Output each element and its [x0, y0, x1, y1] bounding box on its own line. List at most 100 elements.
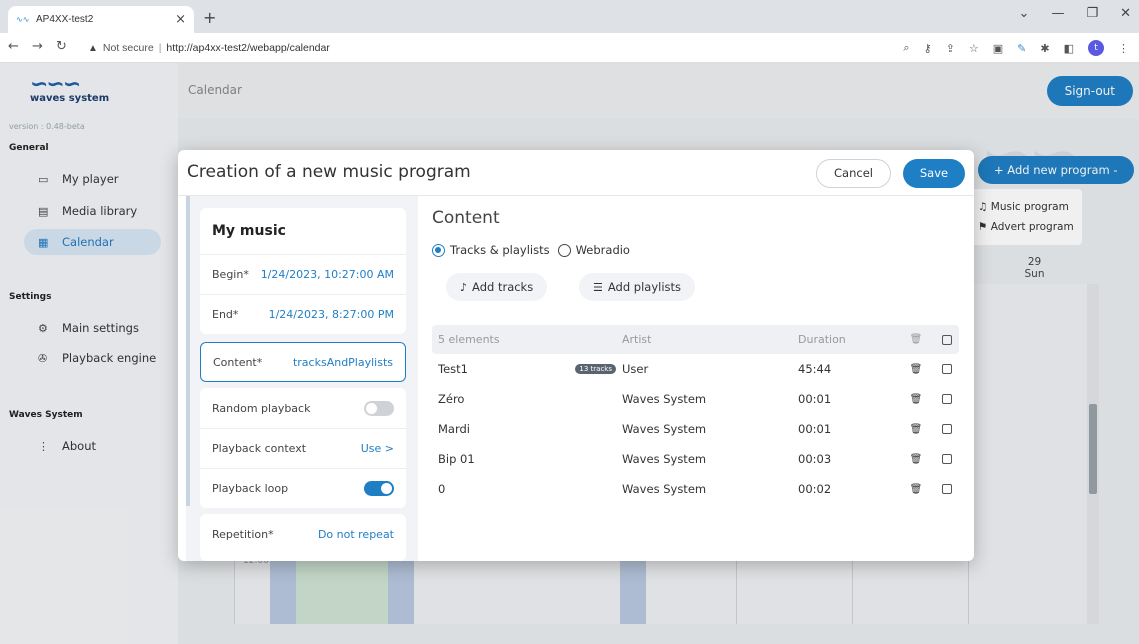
sidepanel-icon[interactable]: ◧ — [1064, 42, 1074, 55]
repetition-value[interactable]: Do not repeat — [318, 528, 394, 541]
end-row[interactable]: End* 1/24/2023, 8:27:00 PM — [200, 294, 406, 334]
tab-close-icon[interactable]: × — [175, 12, 186, 27]
header-artist: Artist — [622, 333, 652, 346]
content-title: Content — [432, 208, 500, 228]
table-row: Test1 13 tracks User 45:44 🗑 — [432, 354, 959, 384]
table-header: 5 elements Artist Duration 🗑 — [432, 325, 959, 354]
playback-loop-row: Playback loop — [200, 468, 406, 508]
new-tab-button[interactable]: + — [203, 8, 216, 27]
webradio-label[interactable]: Webradio — [576, 243, 630, 257]
key-icon[interactable]: ⚷ — [924, 42, 932, 55]
content-label: Content* — [213, 355, 263, 369]
url-text: http://ap4xx-test2/webapp/calendar — [166, 42, 330, 54]
panel-scrollbar[interactable] — [186, 196, 190, 506]
music-note-icon: ♪ — [460, 281, 468, 294]
star-icon[interactable]: ☆ — [969, 42, 979, 55]
row-artist: Waves System — [622, 392, 707, 406]
row-artist: Waves System — [622, 422, 707, 436]
row-duration: 00:01 — [798, 422, 832, 436]
trash-icon[interactable]: 🗑 — [898, 424, 934, 435]
row-name: Bip 01 — [438, 452, 475, 466]
end-label: End* — [212, 308, 239, 321]
table-row: 0 Waves System 00:02 🗑 — [432, 474, 959, 504]
random-playback-toggle[interactable] — [364, 400, 394, 416]
content-table: 5 elements Artist Duration 🗑 Test1 13 tra… — [432, 325, 959, 504]
row-checkbox[interactable] — [941, 364, 952, 374]
tracks-count-badge: 13 tracks — [575, 364, 616, 374]
profile-avatar[interactable]: t — [1088, 40, 1104, 56]
zoom-icon[interactable]: ⌕ — [903, 41, 909, 55]
random-playback-label: Random playback — [212, 401, 311, 415]
content-row[interactable]: Content* tracksAndPlaylists — [200, 342, 406, 382]
trash-icon[interactable]: 🗑 — [898, 484, 934, 495]
tab-title: AP4XX-test2 — [36, 14, 94, 25]
begin-row[interactable]: Begin* 1/24/2023, 10:27:00 AM — [200, 254, 406, 294]
trash-icon[interactable]: 🗑 — [898, 364, 934, 375]
row-duration: 00:03 — [798, 452, 832, 466]
row-name: Mardi — [438, 422, 470, 436]
cancel-button[interactable]: Cancel — [816, 159, 891, 188]
url-field[interactable]: ▲ Not secure | http://ap4xx-test2/webapp… — [88, 37, 878, 59]
content-panel: Content Tracks & playlists Webradio ♪ Add… — [418, 196, 974, 561]
header-duration: Duration — [798, 333, 846, 346]
playback-context-row[interactable]: Playback context Use > — [200, 428, 406, 468]
row-checkbox[interactable] — [941, 394, 952, 404]
content-card: Content* tracksAndPlaylists — [200, 342, 406, 382]
dialog-title: Creation of a new music program — [187, 162, 471, 182]
repetition-label: Repetition* — [212, 527, 274, 541]
save-button[interactable]: Save — [903, 159, 965, 188]
minimize-icon[interactable]: — — [1051, 6, 1064, 21]
random-playback-row: Random playback — [200, 388, 406, 428]
table-row: Mardi Waves System 00:01 🗑 — [432, 414, 959, 444]
address-bar: ← → ↻ ▲ Not secure | http://ap4xx-test2/… — [0, 33, 1139, 63]
trash-icon[interactable]: 🗑 — [898, 454, 934, 465]
row-checkbox[interactable] — [941, 424, 952, 434]
tracks-playlists-radio[interactable] — [432, 243, 445, 257]
puzzle-icon[interactable]: ✱ — [1040, 42, 1049, 55]
row-checkbox[interactable] — [941, 484, 952, 494]
row-checkbox[interactable] — [941, 454, 952, 464]
tracks-playlists-label[interactable]: Tracks & playlists — [450, 243, 550, 257]
row-artist: User — [622, 362, 649, 376]
share-icon[interactable]: ⇪ — [946, 42, 955, 55]
content-type-radio-group: Tracks & playlists Webradio — [432, 243, 638, 257]
playback-context-link[interactable]: Use > — [361, 442, 394, 455]
settings-card: My music Begin* 1/24/2023, 10:27:00 AM E… — [200, 208, 406, 334]
browser-tab-bar: ∿∿ AP4XX-test2 × + ⌄ — ❐ ✕ — [0, 0, 1139, 33]
delete-all-trash-icon[interactable]: 🗑 — [898, 334, 934, 345]
extension-icon[interactable]: ▣ — [993, 42, 1003, 55]
end-value[interactable]: 1/24/2023, 8:27:00 PM — [269, 308, 394, 321]
select-all-checkbox[interactable] — [941, 334, 952, 345]
row-artist: Waves System — [622, 452, 707, 466]
trash-icon[interactable]: 🗑 — [898, 394, 934, 405]
feather-icon[interactable]: ✎ — [1017, 42, 1026, 55]
playback-loop-toggle[interactable] — [364, 481, 394, 496]
close-window-icon[interactable]: ✕ — [1120, 6, 1131, 21]
toolbar-icons: ⌕ ⚷ ⇪ ☆ ▣ ✎ ✱ ◧ t ⋮ — [903, 40, 1129, 56]
menu-kebab-icon[interactable]: ⋮ — [1118, 42, 1129, 55]
playback-loop-label: Playback loop — [212, 482, 289, 495]
restore-icon[interactable]: ❐ — [1086, 6, 1098, 21]
add-playlists-button[interactable]: ☰ Add playlists — [579, 273, 696, 301]
url-separator: | — [158, 42, 162, 54]
add-tracks-button[interactable]: ♪ Add tracks — [446, 273, 548, 301]
row-name: Zéro — [438, 392, 465, 406]
content-value[interactable]: tracksAndPlaylists — [293, 356, 393, 369]
repetition-row[interactable]: Repetition* Do not repeat — [200, 514, 406, 554]
header-count: 5 elements — [438, 333, 500, 346]
forward-arrow-icon[interactable]: → — [32, 39, 43, 54]
row-name: 0 — [438, 482, 446, 496]
warning-icon: ▲ — [88, 42, 98, 54]
waves-favicon-icon: ∿∿ — [16, 14, 30, 24]
back-arrow-icon[interactable]: ← — [8, 39, 19, 54]
webradio-radio[interactable] — [557, 243, 571, 257]
begin-value[interactable]: 1/24/2023, 10:27:00 AM — [261, 268, 394, 281]
dialog-header: Creation of a new music program Cancel S… — [178, 150, 974, 196]
playlist-icon: ☰ — [593, 281, 603, 294]
playback-card: Random playback Playback context Use > P… — [200, 388, 406, 508]
row-artist: Waves System — [622, 482, 707, 496]
repetition-card: Repetition* Do not repeat — [200, 514, 406, 561]
browser-tab[interactable]: ∿∿ AP4XX-test2 × — [8, 6, 194, 33]
reload-icon[interactable]: ↻ — [56, 39, 67, 54]
tab-search-chevron-icon[interactable]: ⌄ — [1019, 6, 1030, 21]
